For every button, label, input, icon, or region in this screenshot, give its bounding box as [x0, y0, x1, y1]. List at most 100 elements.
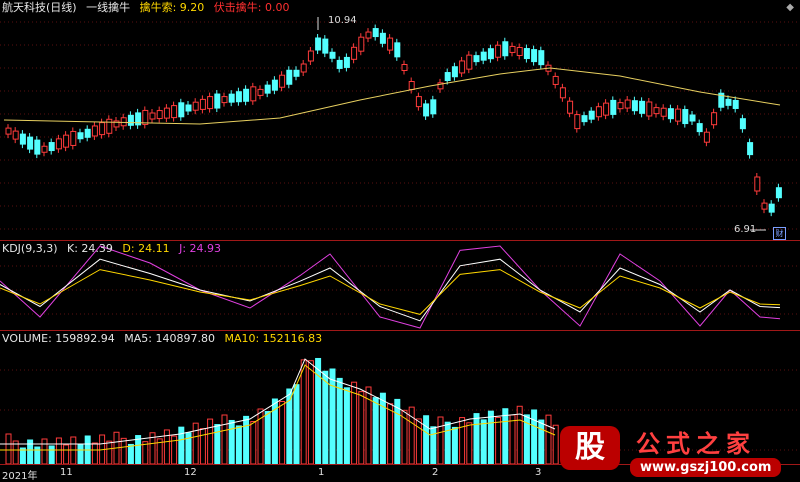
volume-bar	[473, 413, 480, 465]
volume-bar	[207, 418, 214, 465]
kdj-header: KDJ(9,3,3) K: 24.39 D: 24.11 J: 24.93	[2, 242, 227, 255]
volume-bar	[235, 425, 242, 465]
volume-bar	[394, 398, 401, 465]
volume-bar	[531, 409, 538, 465]
volume-bar	[336, 377, 343, 465]
volume-bar	[221, 414, 228, 465]
volume-bar	[351, 381, 358, 465]
candle-body	[682, 109, 689, 125]
candle-body	[631, 100, 638, 112]
candle-body	[502, 41, 509, 57]
volume-bar	[423, 415, 430, 465]
candle-body	[387, 37, 394, 51]
candle-body	[768, 203, 775, 213]
volume-bar	[451, 426, 458, 465]
candle-body	[653, 107, 660, 115]
volume-bar	[228, 419, 235, 465]
volume-bar	[48, 445, 55, 465]
volume-bar	[343, 387, 350, 465]
volume-bar	[509, 414, 516, 465]
candle-body	[646, 101, 653, 117]
candle-body	[739, 118, 746, 130]
date-label: 11	[60, 467, 73, 478]
candle-body	[329, 51, 336, 59]
candle-body	[271, 79, 278, 91]
candle-body	[48, 142, 55, 152]
candle-body	[423, 103, 430, 117]
candle-body	[603, 102, 610, 116]
candle-body	[12, 130, 19, 140]
candle-body	[199, 98, 206, 110]
volume-bar	[77, 443, 84, 465]
volume-bar	[127, 443, 134, 465]
candle-body	[149, 112, 156, 120]
candle-body	[156, 110, 163, 120]
low-price-label: 6.91	[734, 224, 757, 235]
candle-body	[91, 125, 98, 137]
candle-body	[466, 54, 473, 70]
candle-body	[574, 114, 581, 130]
panel-separator	[0, 330, 800, 331]
date-label: 1	[318, 467, 325, 478]
volume-bar	[106, 440, 113, 465]
candle-body	[394, 42, 401, 58]
candle-body	[444, 72, 451, 82]
candle-body	[185, 104, 192, 112]
candle-body	[581, 115, 588, 123]
candle-body	[27, 136, 34, 150]
candle-body	[120, 117, 127, 127]
candle-body	[552, 75, 559, 85]
menu-icon[interactable]: ◆	[786, 2, 794, 13]
volume-bar	[322, 370, 329, 465]
candle-body	[228, 93, 235, 103]
volume-bar	[459, 417, 466, 465]
candle-body	[99, 122, 106, 136]
candle-body	[365, 31, 372, 39]
candle-body	[70, 130, 77, 146]
candle-body	[660, 107, 667, 117]
volume-bar	[250, 421, 257, 465]
candle-body	[703, 131, 710, 143]
candle-body	[588, 110, 595, 120]
candle-body	[63, 134, 70, 148]
volume-bar	[214, 424, 221, 465]
finance-badge[interactable]: 财	[773, 227, 786, 240]
volume-bar	[538, 419, 545, 465]
candle-body	[307, 50, 314, 62]
candle-body	[754, 176, 761, 192]
kdj-j: J: 24.93	[179, 242, 222, 255]
volume-bar	[495, 416, 502, 465]
candle-body	[106, 118, 113, 134]
candle-body	[300, 63, 307, 73]
kdj-d-line	[0, 269, 781, 315]
volume-bar	[552, 424, 559, 465]
candle-body	[351, 46, 358, 60]
volume-bar	[41, 438, 48, 465]
fuji-value: 伏击擒牛: 0.00	[213, 1, 290, 14]
candle-body	[279, 74, 286, 88]
candle-body	[55, 138, 62, 150]
candle-body	[214, 93, 221, 109]
volume-bar	[466, 422, 473, 465]
volume-bar	[178, 426, 185, 465]
candle-body	[595, 106, 602, 118]
candle-body	[408, 81, 415, 90]
candle-body	[516, 46, 523, 56]
panel-separator	[0, 240, 800, 241]
volume-bar	[487, 410, 494, 465]
candle-body	[711, 112, 718, 126]
volume-value: VOLUME: 159892.94	[2, 332, 115, 345]
volume-bar	[279, 401, 286, 465]
candle-body	[221, 96, 228, 104]
candle-body	[667, 108, 674, 120]
volume-bar	[545, 414, 552, 465]
candle-body	[610, 99, 617, 115]
volume-bar	[358, 391, 365, 465]
volume-bar	[192, 422, 199, 465]
candle-body	[451, 66, 458, 78]
candle-body	[401, 64, 408, 71]
volume-bar	[379, 392, 386, 465]
watermark-url: www.gszj100.com	[630, 458, 782, 477]
candle-body	[127, 114, 134, 126]
volume-bar	[480, 419, 487, 465]
